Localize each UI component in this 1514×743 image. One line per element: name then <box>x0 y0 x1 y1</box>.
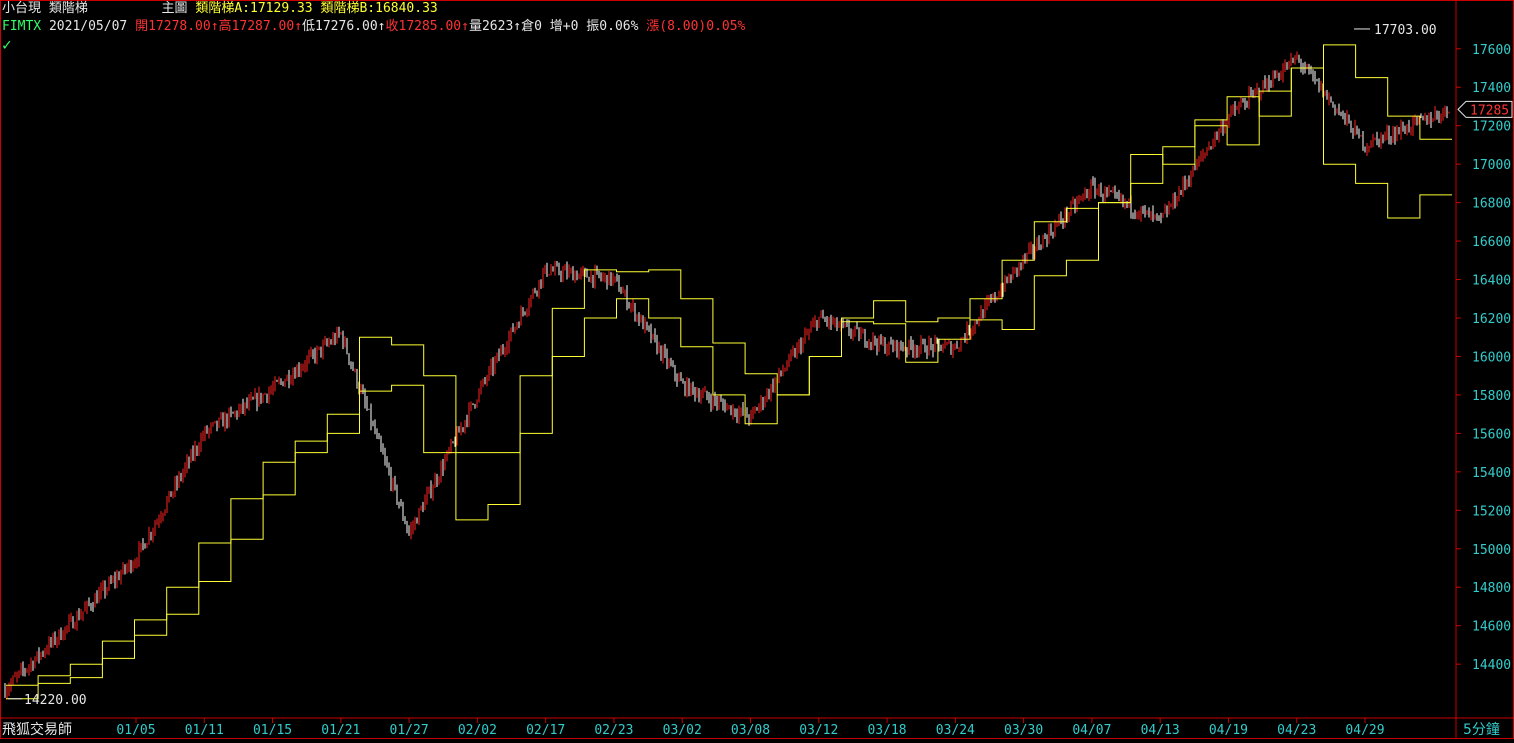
period-selector[interactable]: 5分鐘 <box>1463 719 1500 739</box>
x-tick-label: 02/17 <box>526 723 565 738</box>
volume-value: 2623 <box>481 19 514 34</box>
y-tick-label: 17600 <box>1472 43 1511 58</box>
x-tick-label: 03/12 <box>799 723 838 738</box>
y-tick-label: 17400 <box>1472 81 1511 96</box>
low-value: 17276.00 <box>315 19 378 34</box>
x-tick-label: 02/23 <box>594 723 633 738</box>
x-tick-label: 04/23 <box>1277 723 1316 738</box>
ladder-a-label: 類階梯A: <box>195 1 251 16</box>
open-label: 開 <box>135 19 149 34</box>
last-price-label: 17285 <box>1470 103 1509 118</box>
x-tick-label: 04/29 <box>1345 723 1384 738</box>
y-tick-label: 14800 <box>1472 581 1511 596</box>
ladder-b-label: 類階梯B: <box>320 1 376 16</box>
app-name: 飛狐交易師 <box>2 722 72 738</box>
up-arrow-icon: ↑ <box>210 19 219 34</box>
y-tick-label: 16000 <box>1472 350 1511 365</box>
ticker: FIMTX <box>2 19 42 34</box>
ladder-b-line <box>6 67 1452 700</box>
x-tick-label: 01/15 <box>253 723 292 738</box>
change-value: (8.00)0.05% <box>659 19 746 34</box>
y-tick-label: 17200 <box>1472 120 1511 135</box>
oi-value: 0 <box>534 19 542 34</box>
y-tick-label: 15000 <box>1472 543 1511 558</box>
high-label: 高 <box>218 19 232 34</box>
oi-label: 倉 <box>521 19 535 34</box>
up-arrow-icon: ↑ <box>294 19 303 34</box>
x-tick-label: 02/02 <box>458 723 497 738</box>
x-tick-label: 04/19 <box>1209 723 1248 738</box>
candles-layer <box>4 51 1450 700</box>
main-label: 主圖 <box>161 1 188 16</box>
chart-header: 小台現 類階梯 主圖 類階梯A:17129.33 類階梯B:16840.33 F… <box>2 0 745 54</box>
amplitude-label: 振 <box>586 19 600 34</box>
x-tick-label: 03/30 <box>1004 723 1043 738</box>
y-tick-label: 15400 <box>1472 466 1511 481</box>
axes-layer: 14400 14600 14800 15000 15200 15400 15600 15800… <box>0 0 1514 739</box>
y-tick-label: 14600 <box>1472 620 1511 635</box>
y-tick-label: 15800 <box>1472 389 1511 404</box>
open-value: 17278.00 <box>148 19 211 34</box>
symbol-name: 小台現 <box>2 1 42 16</box>
chart-border <box>0 0 1514 739</box>
ladder-a-value: 17129.33 <box>250 1 313 16</box>
low-label: 低 <box>302 19 316 34</box>
x-tick-label: 04/07 <box>1072 723 1111 738</box>
y-tick-label: 16200 <box>1472 312 1511 327</box>
ladder-b-value: 16840.33 <box>375 1 438 16</box>
y-tick-label: 16400 <box>1472 274 1511 289</box>
y-tick-label: 16600 <box>1472 235 1511 250</box>
price-chart[interactable]: 14400 14600 14800 15000 15200 15400 15600 15800… <box>0 0 1514 739</box>
max-label: 17703.00 <box>1374 23 1437 38</box>
x-tick-label: 03/02 <box>663 723 702 738</box>
ladder-layer <box>6 44 1452 700</box>
close-label: 收 <box>385 19 399 34</box>
x-tick-label: 01/27 <box>390 723 429 738</box>
up-arrow-icon: ↑ <box>513 19 522 34</box>
x-tick-label: 04/13 <box>1141 723 1180 738</box>
chart-frame[interactable]: 14400 14600 14800 15000 15200 15400 15600 15800… <box>0 0 1514 739</box>
oi-change-value: +0 <box>562 19 579 34</box>
y-tick-label: 17000 <box>1472 158 1511 173</box>
oi-change-label: 增 <box>549 19 563 34</box>
x-tick-label: 03/08 <box>731 723 770 738</box>
x-tick-label: 01/11 <box>185 723 224 738</box>
volume-label: 量 <box>468 19 482 34</box>
up-arrow-icon: ↑ <box>461 19 469 34</box>
high-value: 17287.00 <box>231 19 295 34</box>
close-value: 17285.00 <box>398 19 462 34</box>
y-tick-label: 15600 <box>1472 427 1511 442</box>
change-label: 漲 <box>646 19 660 34</box>
x-tick-label: 03/18 <box>867 723 906 738</box>
x-tick-label: 01/21 <box>321 723 360 738</box>
indicator-name: 類階梯 <box>48 1 88 16</box>
y-tick-label: 16800 <box>1472 197 1511 212</box>
amplitude-value: 0.06% <box>599 19 639 34</box>
bar-date: 2021/05/07 <box>48 19 128 34</box>
x-tick-label: 03/24 <box>936 723 975 738</box>
ladder-a-line <box>6 44 1452 686</box>
y-tick-label: 15200 <box>1472 504 1511 519</box>
min-label: 14220.00 <box>24 693 87 708</box>
x-tick-label: 01/05 <box>116 723 155 738</box>
y-tick-label: 14400 <box>1472 658 1511 673</box>
check-icon[interactable]: ✓ <box>2 35 12 54</box>
